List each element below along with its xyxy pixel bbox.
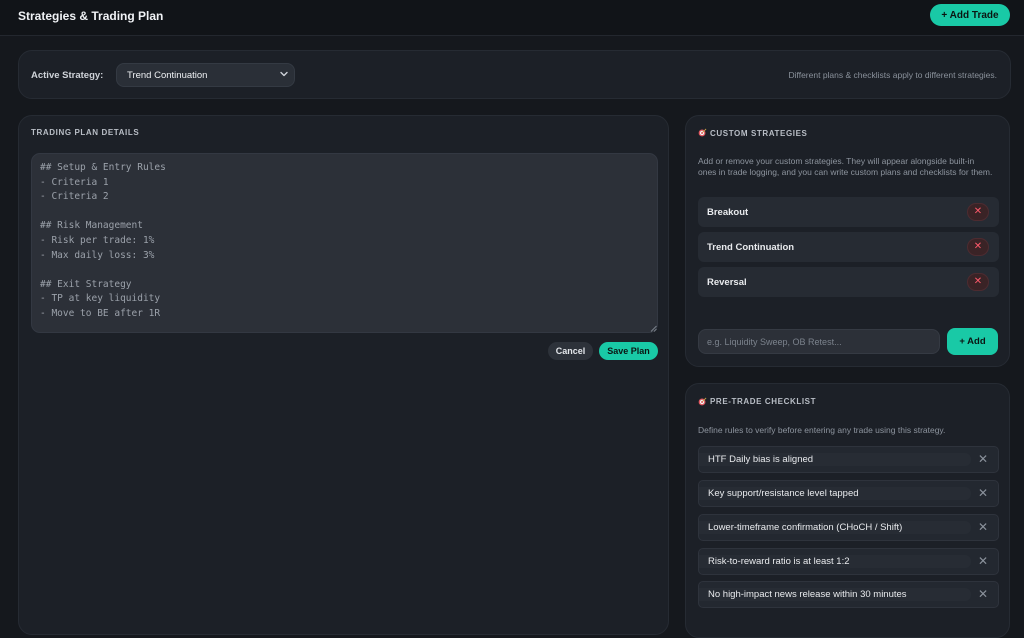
checklist-item: ✕: [698, 446, 999, 473]
add-strategy-button[interactable]: + Add: [947, 328, 998, 355]
cancel-button[interactable]: Cancel: [548, 342, 593, 360]
remove-checklist-item-button[interactable]: ✕: [977, 453, 989, 465]
strategy-item: Trend Continuation ✕: [698, 232, 999, 262]
target-icon: [698, 128, 707, 137]
trading-plan-card: TRADING PLAN DETAILS ## Setup & Entry Ru…: [18, 115, 669, 635]
trading-plan-editor[interactable]: ## Setup & Entry Rules - Criteria 1 - Cr…: [31, 153, 658, 333]
checklist-item-input[interactable]: [699, 487, 971, 500]
checklist-description: Define rules to verify before entering a…: [698, 425, 946, 435]
delete-strategy-button[interactable]: ✕: [967, 203, 989, 221]
active-strategy-select[interactable]: Trend Continuation: [116, 63, 295, 87]
resize-handle-icon[interactable]: [650, 325, 657, 332]
top-bar: Strategies & Trading Plan + Add Trade: [0, 0, 1024, 36]
active-strategy-value: Trend Continuation: [127, 70, 208, 81]
strategy-name: Reversal: [707, 277, 747, 288]
chevron-down-icon: [280, 71, 288, 77]
remove-checklist-item-button[interactable]: ✕: [977, 555, 989, 567]
custom-strategies-description: Add or remove your custom strategies. Th…: [698, 156, 993, 177]
custom-strategies-title: CUSTOM STRATEGIES: [710, 129, 808, 138]
remove-checklist-item-button[interactable]: ✕: [977, 487, 989, 499]
remove-checklist-item-button[interactable]: ✕: [977, 588, 989, 600]
pre-trade-checklist-title: PRE-TRADE CHECKLIST: [710, 397, 817, 406]
target-icon: [698, 397, 707, 406]
active-strategy-label: Active Strategy:: [31, 70, 104, 81]
save-plan-button[interactable]: Save Plan: [599, 342, 658, 360]
new-strategy-input[interactable]: [698, 329, 940, 354]
strategy-item: Breakout ✕: [698, 197, 999, 227]
checklist-item-input[interactable]: [699, 453, 971, 466]
add-trade-button[interactable]: + Add Trade: [930, 4, 1010, 26]
checklist-item: ✕: [698, 480, 999, 507]
checklist-item: ✕: [698, 548, 999, 575]
trading-plan-title: TRADING PLAN DETAILS: [31, 128, 140, 137]
checklist-item-input[interactable]: [699, 588, 971, 601]
active-strategy-bar: Active Strategy: Trend Continuation Diff…: [18, 50, 1011, 99]
pre-trade-checklist-card: PRE-TRADE CHECKLIST Define rules to veri…: [685, 383, 1010, 638]
strategy-item: Reversal ✕: [698, 267, 999, 297]
checklist-item-input[interactable]: [699, 521, 971, 534]
checklist-item: ✕: [698, 514, 999, 541]
checklist-item: ✕: [698, 581, 999, 608]
strategy-hint-text: Different plans & checklists apply to di…: [788, 70, 997, 80]
checklist-item-input[interactable]: [699, 555, 971, 568]
page-title: Strategies & Trading Plan: [18, 9, 164, 23]
delete-strategy-button[interactable]: ✕: [967, 238, 989, 256]
strategy-name: Breakout: [707, 207, 749, 218]
delete-strategy-button[interactable]: ✕: [967, 273, 989, 291]
custom-strategies-card: CUSTOM STRATEGIES Add or remove your cus…: [685, 115, 1010, 367]
remove-checklist-item-button[interactable]: ✕: [977, 521, 989, 533]
strategy-name: Trend Continuation: [707, 242, 795, 253]
